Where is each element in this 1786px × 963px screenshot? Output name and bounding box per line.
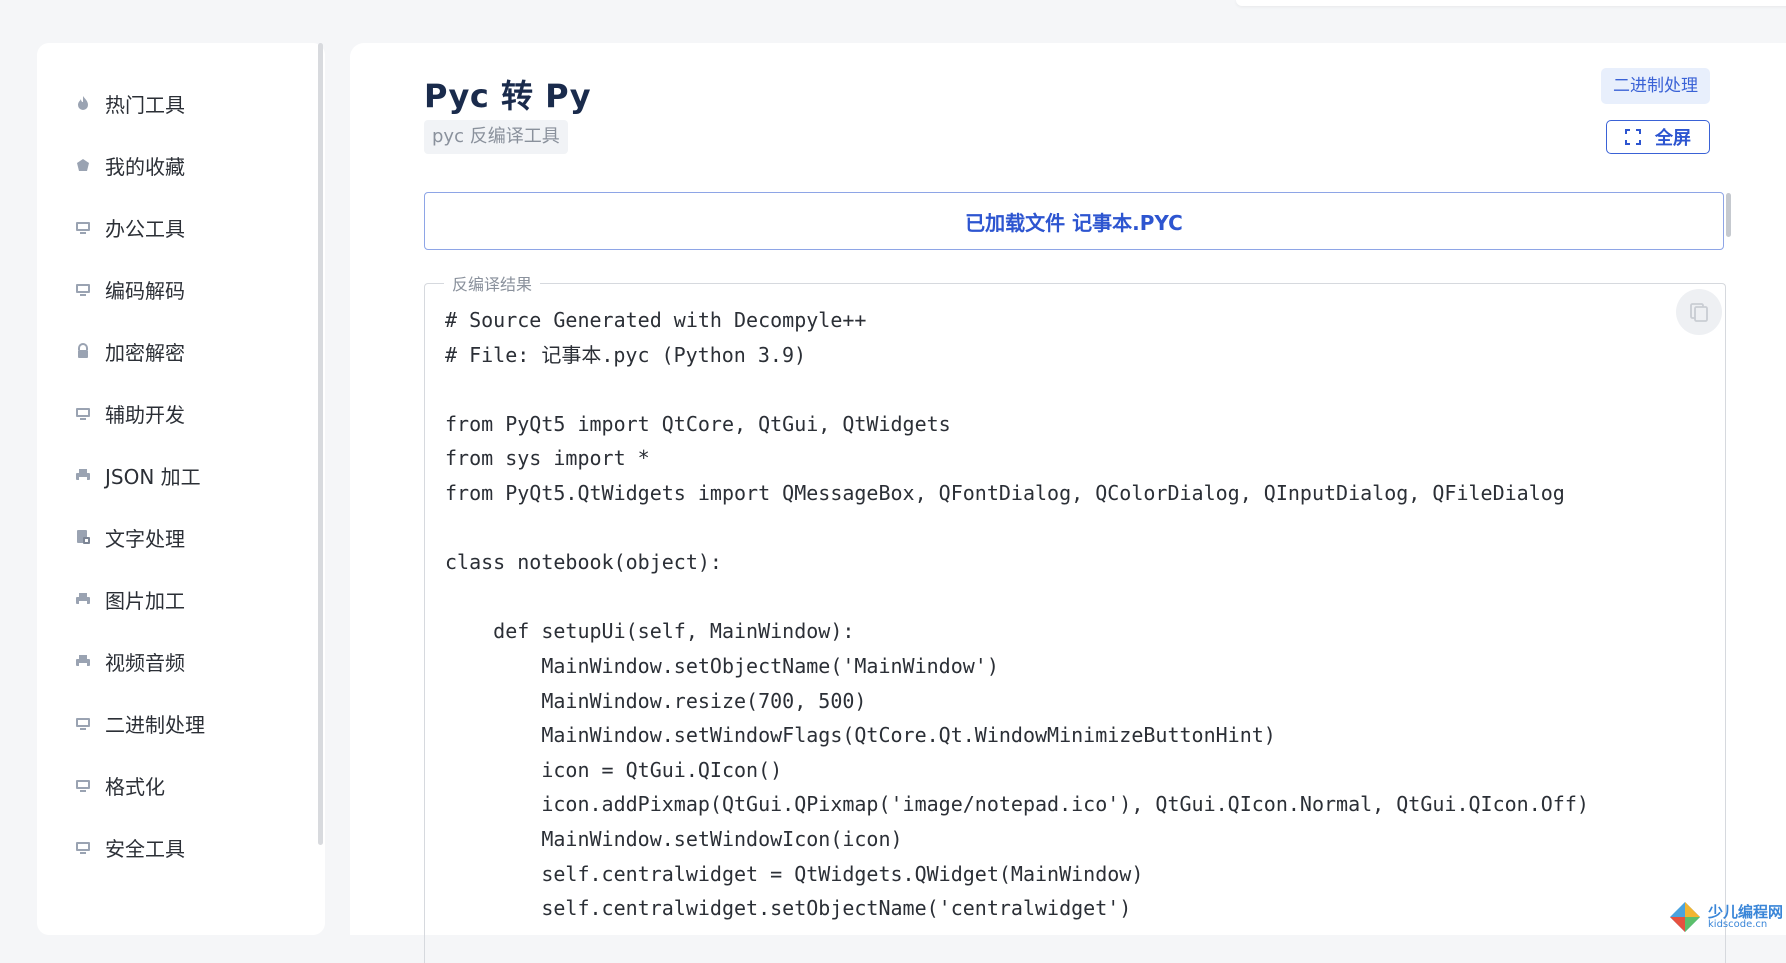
sidebar-item-favorites[interactable]: 我的收藏 <box>75 147 185 183</box>
code-line: class notebook(object): <box>445 550 722 575</box>
sidebar-item-label: 二进制处理 <box>105 712 205 737</box>
sidebar: 热门工具 我的收藏 办公工具 编码解码 加密解密 辅助开发 JSON 加工 文字… <box>37 43 325 935</box>
sidebar-item-label: 编码解码 <box>105 278 185 303</box>
watermark-cn: 少儿编程网 <box>1708 902 1784 921</box>
top-strip <box>1236 0 1786 6</box>
sidebar-item-label: 辅助开发 <box>105 402 185 427</box>
monitor-icon <box>75 777 91 793</box>
code-line: icon.addPixmap(QtGui.QPixmap('image/note… <box>445 792 1589 817</box>
sidebar-item-label: 图片加工 <box>105 588 185 613</box>
sidebar-item-format[interactable]: 格式化 <box>75 767 165 803</box>
code-line: from sys import * <box>445 446 650 471</box>
sidebar-item-label: 办公工具 <box>105 216 185 241</box>
fullscreen-button[interactable]: 全屏 <box>1606 120 1710 154</box>
sidebar-item-label: 安全工具 <box>105 836 185 861</box>
sidebar-item-label: 文字处理 <box>105 526 185 551</box>
collection-icon <box>75 157 91 173</box>
code-line: def setupUi(self, MainWindow): <box>445 619 855 644</box>
code-line: from PyQt5 import QtCore, QtGui, QtWidge… <box>445 411 951 436</box>
sidebar-item-security[interactable]: 安全工具 <box>75 829 185 865</box>
sidebar-item-label: 我的收藏 <box>105 154 185 179</box>
code-line: MainWindow.setObjectName('MainWindow') <box>445 653 999 678</box>
sidebar-item-binary[interactable]: 二进制处理 <box>75 705 205 741</box>
document-lock-icon <box>75 529 91 545</box>
file-upload-area[interactable]: 已加载文件 记事本.PYC <box>424 192 1724 250</box>
code-line: # Source Generated with Decompyle++ <box>445 308 867 332</box>
lock-icon <box>75 343 91 359</box>
fire-icon <box>75 95 91 111</box>
category-badge[interactable]: 二进制处理 <box>1601 68 1710 104</box>
code-line: icon = QtGui.QIcon() <box>445 757 783 782</box>
code-line: MainWindow.setWindowIcon(icon) <box>445 826 903 851</box>
decompiled-code[interactable]: # Source Generated with Decompyle++ # Fil… <box>445 303 1715 955</box>
watermark: 少儿编程网 kidscode.cn <box>1668 900 1783 934</box>
sidebar-item-office-tools[interactable]: 办公工具 <box>75 209 185 245</box>
sidebar-item-image-processing[interactable]: 图片加工 <box>75 581 185 617</box>
code-line: MainWindow.setWindowFlags(QtCore.Qt.Wind… <box>445 723 1276 748</box>
sidebar-item-label: 格式化 <box>105 774 165 799</box>
code-line: self.centralwidget = QtWidgets.QWidget(M… <box>445 861 1144 886</box>
sidebar-item-text-processing[interactable]: 文字处理 <box>75 519 185 555</box>
sidebar-item-label: 视频音频 <box>105 650 185 675</box>
sidebar-item-encrypt-decrypt[interactable]: 加密解密 <box>75 333 185 369</box>
fullscreen-icon <box>1625 129 1641 145</box>
sidebar-item-json[interactable]: JSON 加工 <box>75 457 201 493</box>
code-line: # File: 记事本.pyc (Python 3.9) <box>445 342 807 367</box>
printer-icon <box>75 591 91 607</box>
monitor-icon <box>75 219 91 235</box>
kidscode-logo-icon <box>1668 900 1702 934</box>
monitor-icon <box>75 281 91 297</box>
sidebar-item-dev-assist[interactable]: 辅助开发 <box>75 395 185 431</box>
printer-icon <box>75 467 91 483</box>
sidebar-item-hot-tools[interactable]: 热门工具 <box>75 85 185 121</box>
code-line: MainWindow.resize(700, 500) <box>445 688 867 713</box>
fullscreen-label: 全屏 <box>1655 128 1691 149</box>
monitor-icon <box>75 715 91 731</box>
monitor-icon <box>75 405 91 421</box>
result-legend: 反编译结果 <box>444 271 541 295</box>
sidebar-item-video-audio[interactable]: 视频音频 <box>75 643 185 679</box>
page-title: Pyc 转 Py <box>424 77 592 115</box>
watermark-en: kidscode.cn <box>1708 918 1768 930</box>
page-subtitle: pyc 反编译工具 <box>424 120 568 154</box>
monitor-icon <box>75 839 91 855</box>
code-line: from PyQt5.QtWidgets import QMessageBox,… <box>445 480 1565 505</box>
sidebar-item-encode-decode[interactable]: 编码解码 <box>75 271 185 307</box>
sidebar-item-label: JSON 加工 <box>105 464 201 489</box>
sidebar-scrollbar[interactable] <box>318 43 323 845</box>
code-line: self.centralwidget.setObjectName('centra… <box>445 896 1132 921</box>
upload-scrollbar[interactable] <box>1726 193 1731 237</box>
printer-icon <box>75 653 91 669</box>
sidebar-item-label: 热门工具 <box>105 92 185 117</box>
sidebar-item-label: 加密解密 <box>105 340 185 365</box>
main-panel: Pyc 转 Py pyc 反编译工具 二进制处理 全屏 已加载文件 记事本.PY… <box>350 43 1786 963</box>
